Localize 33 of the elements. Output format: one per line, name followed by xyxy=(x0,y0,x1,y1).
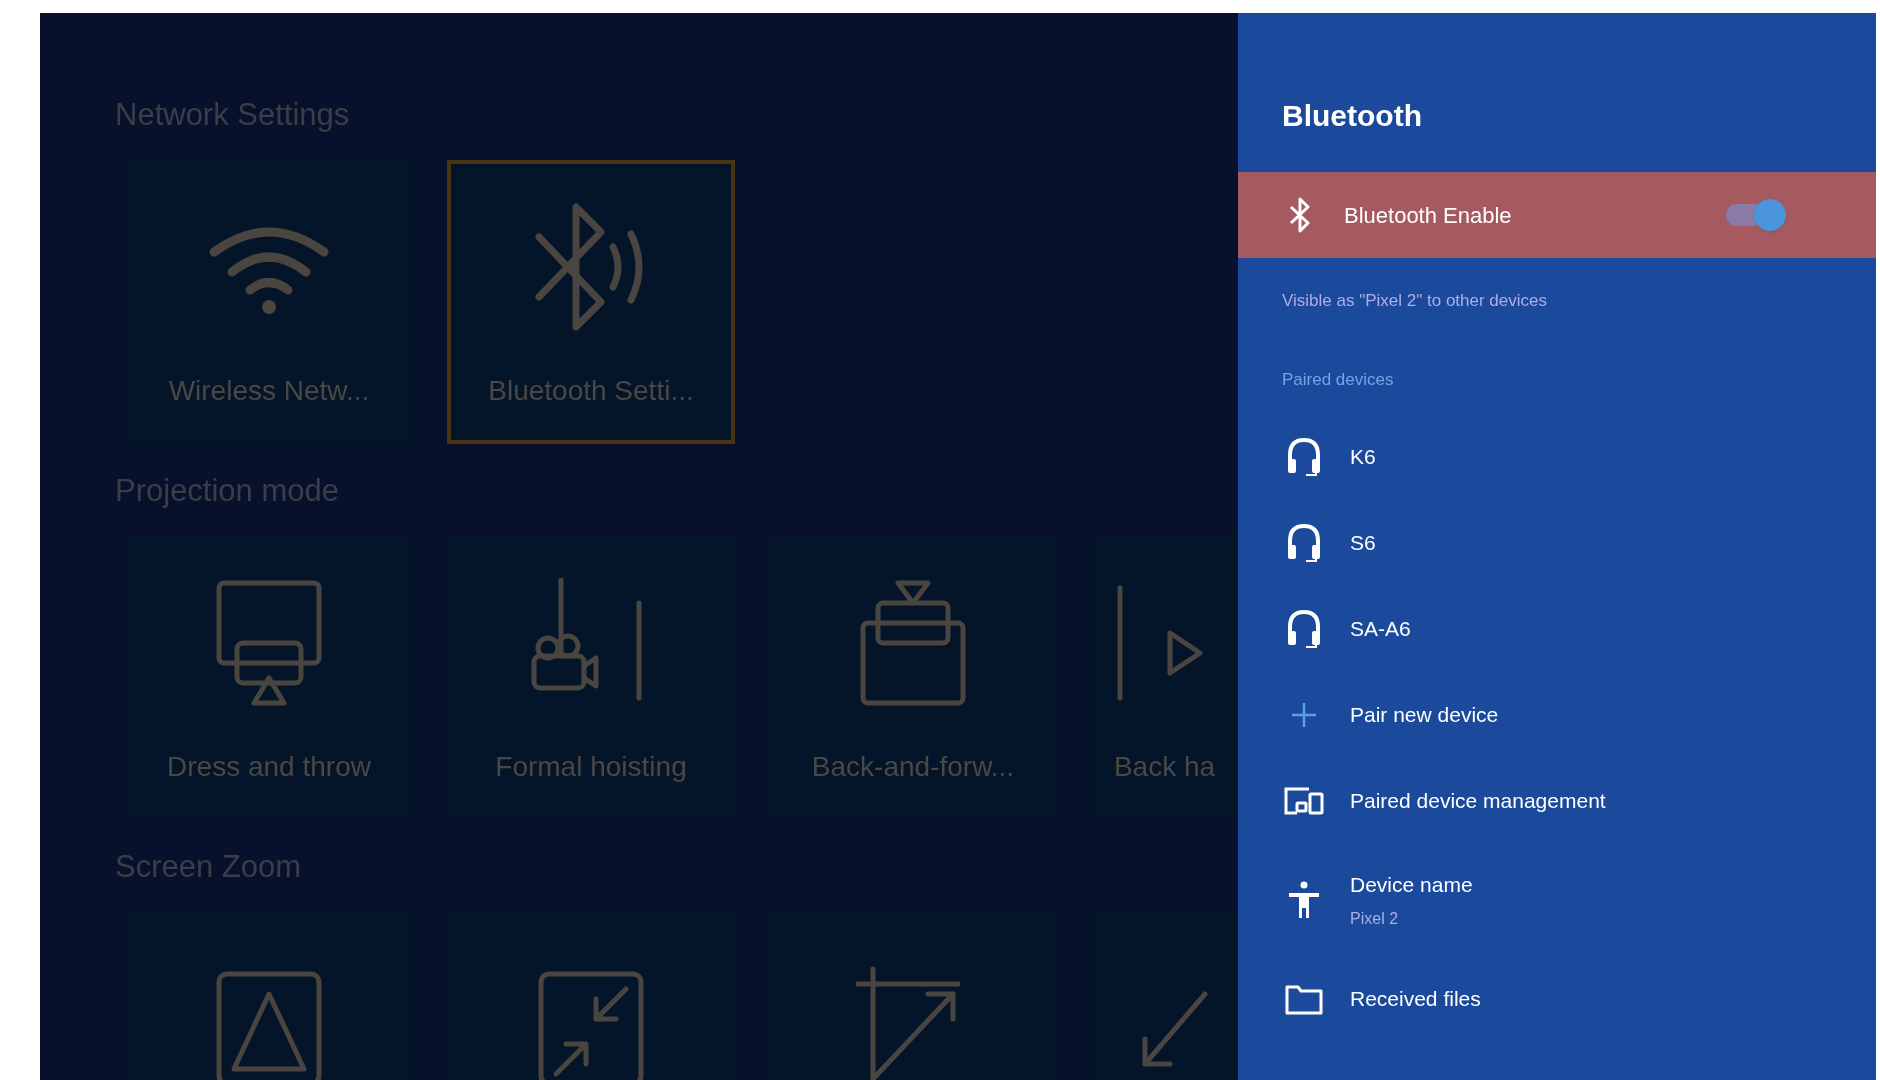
item-label: Device name xyxy=(1350,872,1473,899)
item-label: Pair new device xyxy=(1350,702,1499,729)
item-label: S6 xyxy=(1350,530,1376,557)
devices-icon xyxy=(1283,786,1325,816)
item-label: Paired device management xyxy=(1350,788,1606,815)
bluetooth-enable-label: Bluetooth Enable xyxy=(1344,201,1513,230)
item-label: K6 xyxy=(1350,444,1376,471)
item-label: Received files xyxy=(1350,986,1481,1013)
folder-icon xyxy=(1285,983,1323,1015)
visibility-note: Visible as "Pixel 2" to other devices xyxy=(1281,290,1548,312)
bluetooth-list-item[interactable]: Paired device management xyxy=(1238,758,1876,844)
bluetooth-list-item[interactable]: Pair new device xyxy=(1238,672,1876,758)
item-subtitle: Pixel 2 xyxy=(1350,908,1400,929)
bluetooth-list-item[interactable]: SA-A6 xyxy=(1238,586,1876,672)
person-icon xyxy=(1287,880,1321,920)
plus-icon xyxy=(1289,700,1319,730)
tile-label: Wireless Netw... xyxy=(168,374,370,408)
tile-label: Bluetooth Setti... xyxy=(488,374,694,408)
tile-label: Formal hoisting xyxy=(495,750,687,784)
headphones-icon xyxy=(1286,523,1322,563)
bluetooth-list-item[interactable]: S6 xyxy=(1238,500,1876,586)
panel-title: Bluetooth xyxy=(1281,98,1423,134)
bluetooth-list-item[interactable]: Received files xyxy=(1238,956,1876,1042)
bluetooth-list-item[interactable]: K6 xyxy=(1238,414,1876,500)
tile-label: Back-and-forw... xyxy=(811,750,1015,784)
bluetooth-enable-row[interactable]: Bluetooth Enable xyxy=(1238,172,1876,258)
headphones-icon xyxy=(1286,437,1322,477)
item-label: SA-A6 xyxy=(1350,616,1411,643)
paired-devices-heading: Paired devices xyxy=(1281,368,1395,391)
bluetooth-list-item[interactable]: Device name Pixel 2 xyxy=(1238,844,1876,956)
tile-label: Dress and throw xyxy=(167,750,371,784)
tile-label: Back ha xyxy=(1113,750,1216,784)
headphones-icon xyxy=(1286,609,1322,649)
